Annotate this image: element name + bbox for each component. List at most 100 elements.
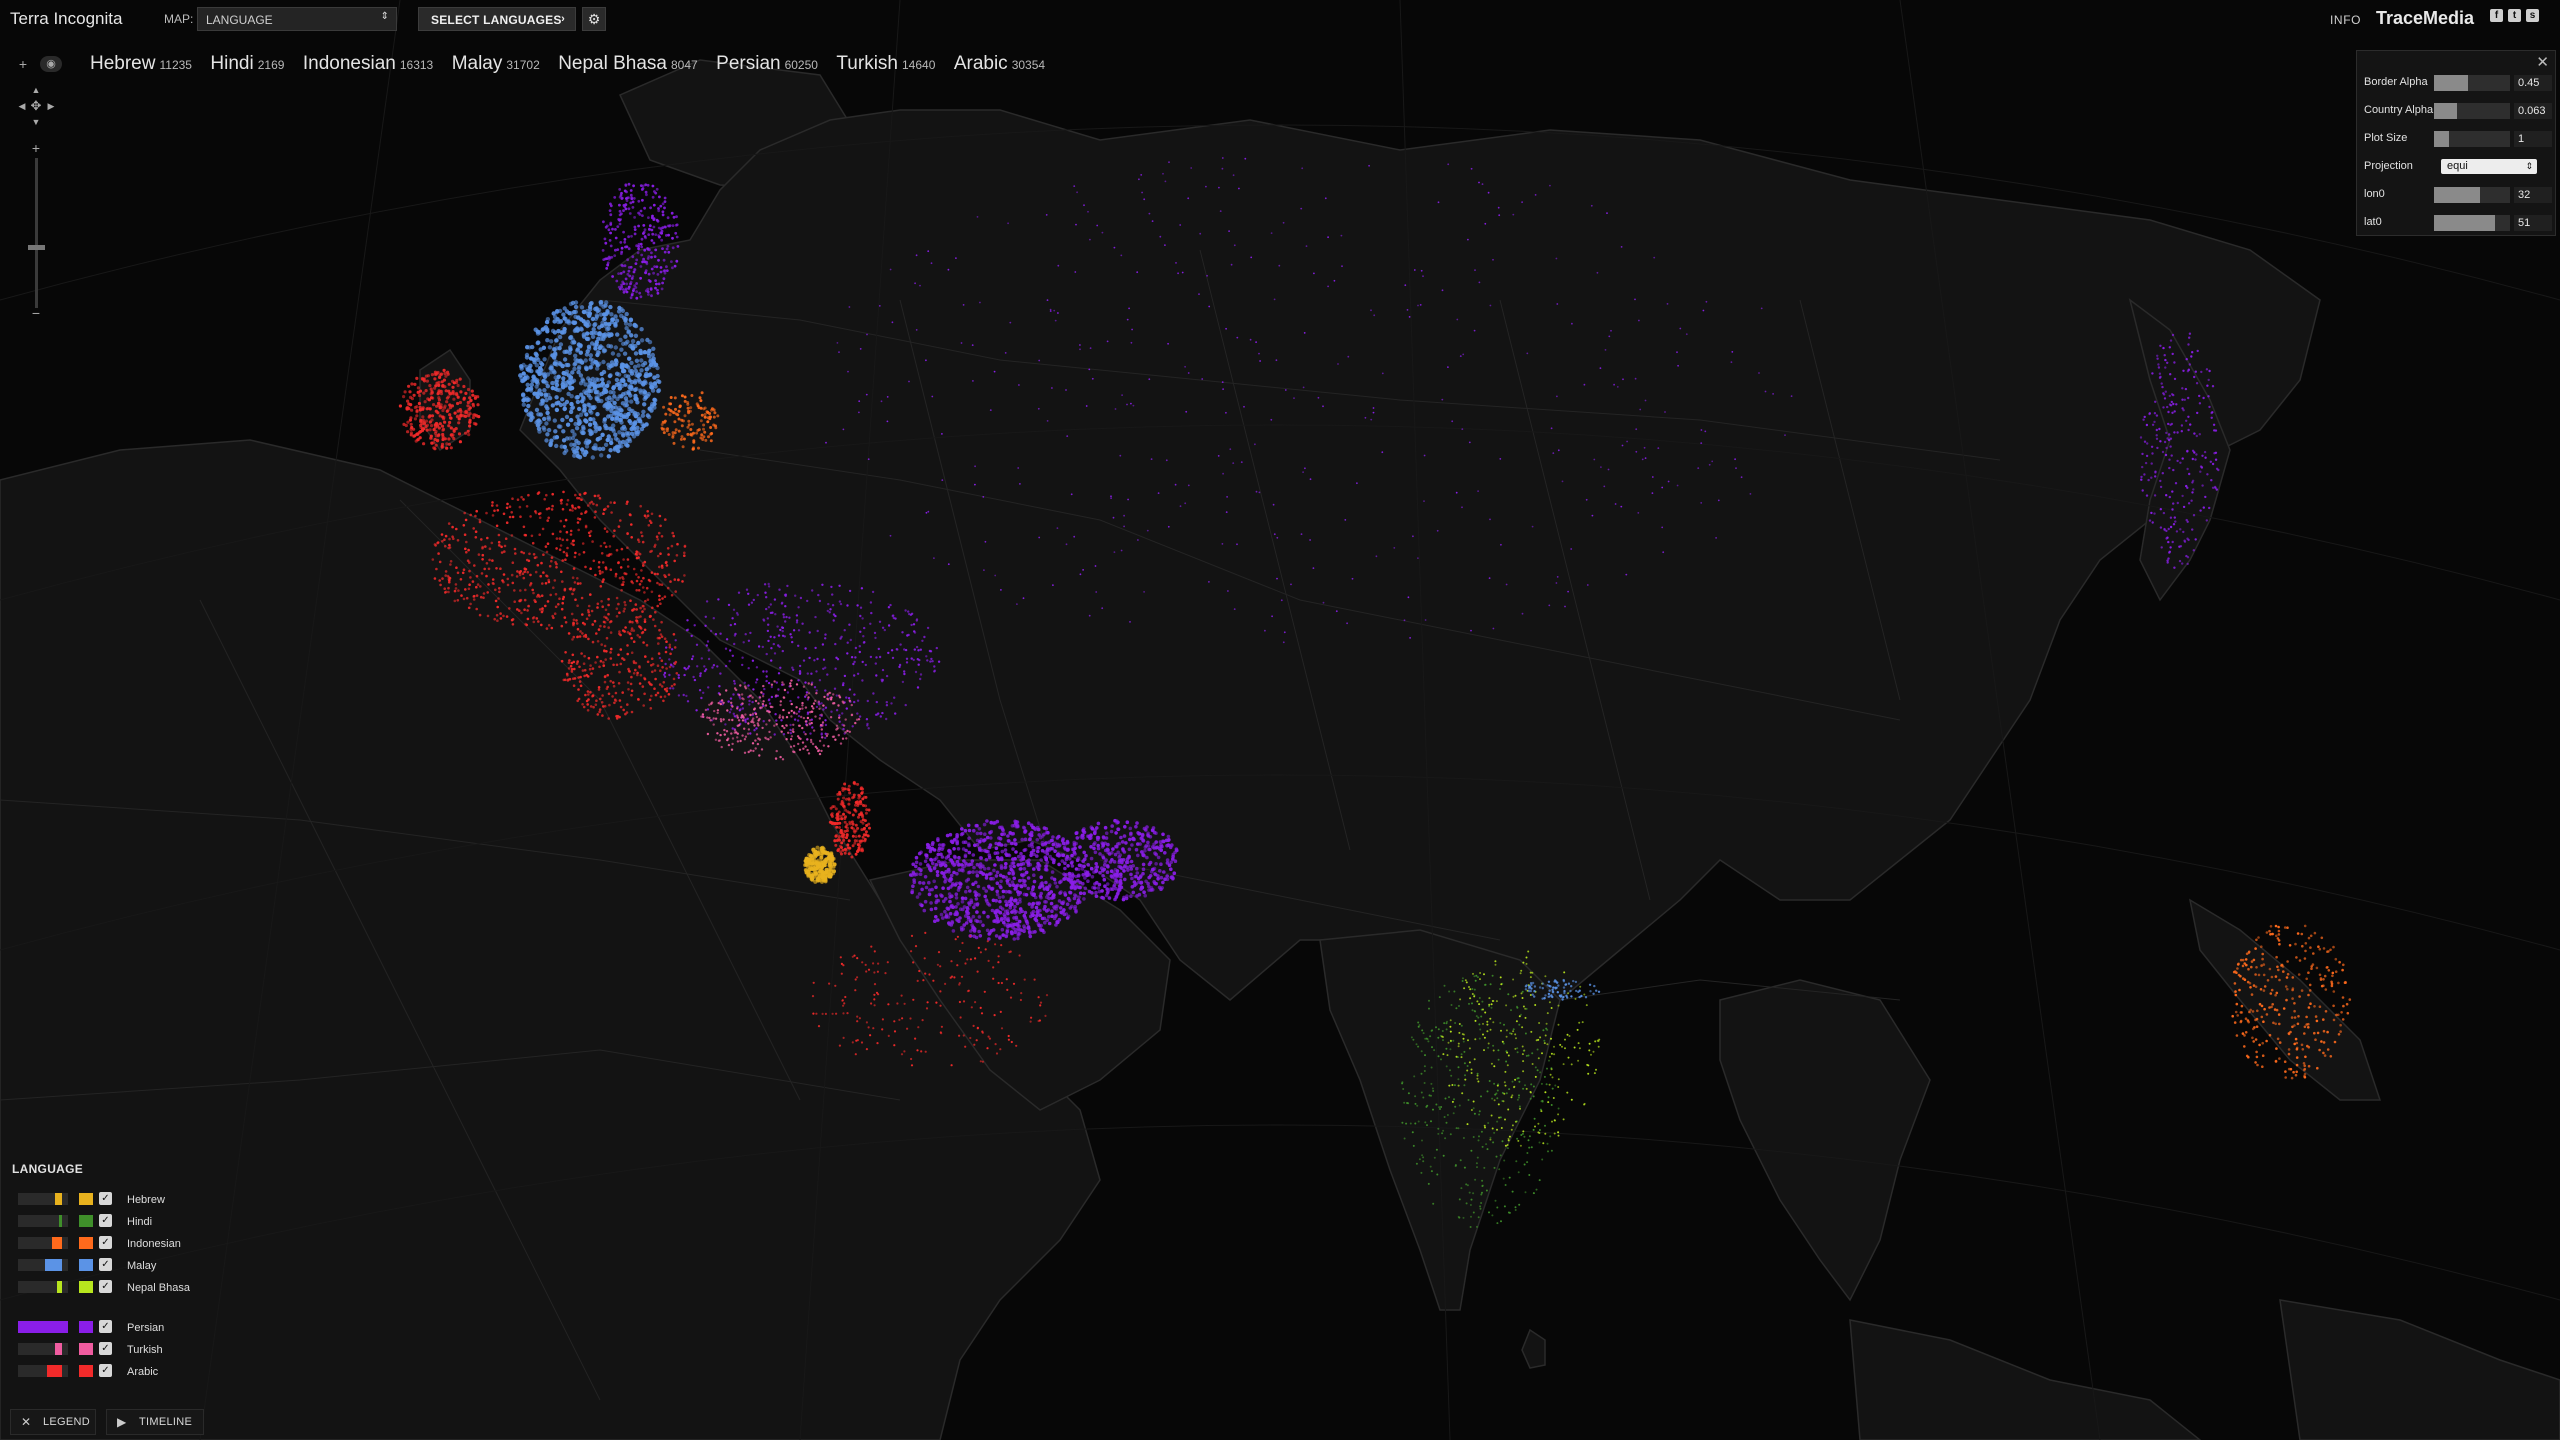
data-point [1007, 853, 1012, 858]
data-point [1047, 921, 1052, 926]
data-point [631, 609, 634, 612]
data-point [675, 554, 679, 557]
data-point [575, 619, 578, 622]
data-point [896, 648, 899, 651]
data-point [995, 889, 999, 894]
data-point [939, 893, 943, 897]
data-point [674, 231, 678, 235]
data-point [707, 649, 710, 652]
data-point [586, 376, 591, 381]
data-point [436, 541, 439, 545]
data-point [1006, 988, 1009, 992]
data-point [510, 534, 514, 537]
data-point [469, 398, 473, 402]
data-point [541, 582, 544, 585]
data-point [782, 696, 785, 699]
data-point [834, 738, 837, 741]
data-point [1091, 885, 1095, 890]
data-point [534, 510, 537, 513]
data-point [591, 623, 594, 626]
data-point [621, 280, 625, 284]
data-point [1167, 863, 1172, 867]
data-point [606, 326, 611, 331]
data-point [1059, 879, 1063, 884]
data-point [977, 915, 982, 919]
data-point [630, 293, 634, 297]
data-point [735, 611, 739, 615]
data-point [974, 823, 978, 828]
data-point [551, 347, 557, 352]
data-point [903, 1002, 906, 1005]
data-point [665, 689, 669, 693]
data-point [604, 566, 608, 569]
data-point [598, 572, 602, 575]
data-point [615, 437, 620, 443]
data-point [1024, 870, 1029, 875]
data-point [549, 593, 552, 597]
data-point [995, 881, 1000, 885]
data-point [755, 678, 759, 681]
data-point [960, 899, 965, 904]
data-point [538, 608, 542, 611]
data-point [809, 732, 812, 735]
data-point [857, 834, 861, 838]
data-point [518, 609, 521, 612]
data-point [627, 356, 632, 361]
data-point [944, 897, 948, 901]
data-point [887, 1003, 890, 1006]
data-point [545, 432, 550, 437]
data-point [467, 587, 471, 591]
data-point [644, 367, 649, 372]
data-point [841, 848, 845, 852]
data-point [831, 593, 834, 596]
data-point [495, 567, 498, 570]
data-point [562, 357, 568, 362]
data-point [1085, 871, 1090, 875]
data-point [614, 318, 620, 323]
data-point [948, 899, 952, 904]
data-point [1040, 840, 1045, 845]
data-point [733, 642, 736, 646]
data-point [524, 568, 528, 571]
data-point [843, 851, 847, 855]
data-point [1167, 838, 1171, 842]
data-point [609, 244, 613, 248]
data-point [1001, 874, 1006, 879]
data-point [564, 319, 569, 324]
data-point [645, 193, 648, 197]
data-point [609, 332, 614, 337]
data-point [653, 669, 657, 672]
data-point [969, 958, 973, 961]
world-map[interactable] [0, 0, 2560, 1440]
data-point [923, 859, 928, 864]
data-point [650, 512, 654, 516]
data-point [981, 864, 985, 868]
data-point [608, 448, 613, 453]
data-point [578, 665, 581, 669]
data-point [845, 737, 848, 740]
data-point [775, 694, 778, 697]
data-point [535, 595, 539, 598]
data-point [638, 348, 643, 354]
data-point [646, 350, 651, 356]
data-point [473, 564, 476, 567]
data-point [812, 1012, 815, 1015]
data-point [760, 748, 764, 751]
data-point [719, 702, 722, 706]
data-point [410, 425, 414, 430]
data-point [453, 411, 457, 415]
data-point [910, 657, 913, 660]
data-point [712, 717, 715, 720]
data-point [1143, 893, 1147, 898]
data-point [617, 285, 621, 289]
data-point [847, 798, 851, 802]
data-point [1007, 871, 1011, 876]
data-point [654, 543, 657, 547]
data-point [1101, 874, 1105, 878]
data-point [917, 649, 920, 652]
data-point [774, 713, 777, 716]
data-point [870, 611, 873, 615]
data-point [636, 340, 641, 346]
data-point [924, 931, 927, 935]
data-point [810, 672, 813, 675]
